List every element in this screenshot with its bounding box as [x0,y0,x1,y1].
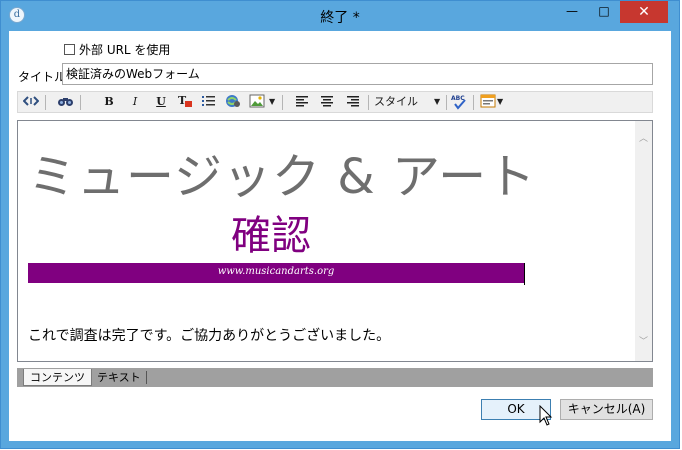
minimize-button[interactable]: — [557,1,587,23]
title-bar[interactable]: d 終了 * — □ ✕ [1,1,679,31]
close-button[interactable]: ✕ [620,1,668,23]
tab-text[interactable]: テキスト [91,369,147,386]
toolbar-separator [45,95,46,110]
view-tabs: コンテンツ テキスト [17,368,653,387]
dialog-window: d 終了 * — □ ✕ 外部 URL を使用 タイトル: 検証済みのWebフォ… [0,0,680,449]
toolbar-separator [368,95,369,110]
title-input[interactable]: 検証済みのWebフォーム [62,63,653,85]
tab-divider [146,371,147,384]
scroll-down-icon[interactable]: ﹀ [635,334,652,351]
editor-toolbar: B I U T ▼ スタイル ▼ ABC ▼ [17,91,653,113]
image-dropdown-arrow[interactable]: ▼ [269,94,275,110]
maximize-button[interactable]: □ [589,1,619,23]
scroll-up-icon[interactable]: ︿ [635,131,652,148]
style-dropdown-arrow[interactable]: ▼ [434,94,440,110]
text-color-icon[interactable]: T [177,94,193,110]
tab-content[interactable]: コンテンツ [23,369,92,386]
list-icon[interactable] [201,94,217,110]
external-url-label: 外部 URL を使用 [79,42,171,57]
underline-button[interactable]: U [154,94,168,110]
toolbar-separator [446,95,447,110]
align-left-icon[interactable] [295,94,309,110]
editor-subheading: 確認 [231,213,311,259]
editor-scrollbar[interactable]: ︿ ﹀ [635,121,652,361]
toolbar-separator [282,95,283,110]
content-editor[interactable]: ミュージック & アート 確認 www.musicandarts.org これで… [17,120,653,362]
align-right-icon[interactable] [346,94,360,110]
external-url-checkbox[interactable] [64,43,75,55]
italic-button[interactable]: I [128,94,142,110]
spellcheck-icon[interactable]: ABC [450,94,468,110]
source-icon[interactable] [22,94,40,110]
text-cursor [524,263,525,285]
link-icon[interactable] [225,94,241,110]
completion-message: これで調査は完了です。ご協力ありがとうございました。 [28,328,391,344]
cancel-button[interactable]: キャンセル(A) [560,399,653,420]
editor-heading: ミュージック & アート [28,149,537,205]
toolbar-separator [473,95,474,110]
insert-icon[interactable] [480,94,496,110]
image-icon[interactable] [249,94,265,110]
dialog-body: 外部 URL を使用 タイトル: 検証済みのWebフォーム B I U T ▼ … [9,31,671,441]
align-center-icon[interactable] [320,94,334,110]
toolbar-separator [80,95,81,110]
bold-button[interactable]: B [102,94,116,110]
insert-dropdown-arrow[interactable]: ▼ [497,94,503,110]
banner-url: www.musicandarts.org [217,266,335,277]
style-dropdown[interactable]: スタイル [374,94,434,110]
external-url-option[interactable]: 外部 URL を使用 [64,41,170,57]
banner-bar: www.musicandarts.org [28,263,524,283]
find-icon[interactable] [56,94,74,110]
mouse-pointer-icon [539,405,553,426]
